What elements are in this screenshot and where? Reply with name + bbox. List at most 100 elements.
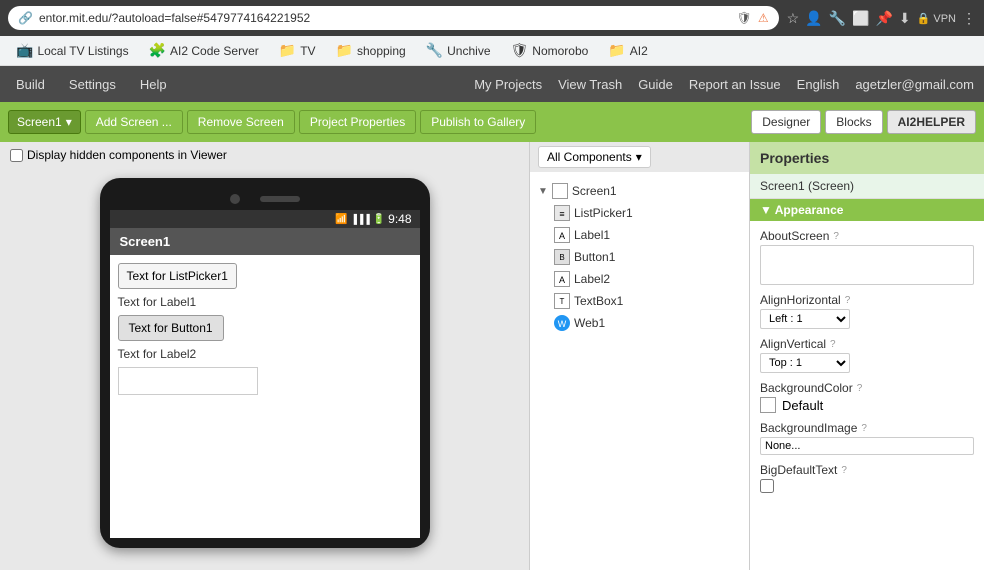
components-header: All Components ▾ [530, 142, 749, 172]
components-tree: ▼ Screen1 ≡ ListPicker1 A Label1 B Butto… [530, 172, 749, 342]
big-text-help-icon[interactable]: ? [841, 465, 847, 476]
prop-bg-color-label: BackgroundColor ? [760, 381, 974, 395]
nav-user[interactable]: agetzler@gmail.com [855, 77, 974, 92]
phone-button1[interactable]: Text for Button1 [118, 315, 224, 341]
menu-icon[interactable]: ⋮ [962, 10, 976, 27]
phone-textbox1[interactable] [118, 367, 258, 395]
prop-background-color: BackgroundColor ? Default [760, 381, 974, 413]
phone-status-icons: 📶 ▐▐▐ 🔋 9:48 [335, 212, 411, 226]
bookmark-ai2[interactable]: 📁 AI2 [600, 40, 655, 61]
bookmark-star-icon[interactable]: ☆ [787, 10, 800, 27]
nav-report-issue[interactable]: Report an Issue [689, 77, 781, 92]
viewer-toolbar: Display hidden components in Viewer [0, 142, 529, 168]
listpicker-icon: ≡ [554, 205, 570, 221]
hidden-components-checkbox-label[interactable]: Display hidden components in Viewer [10, 148, 227, 162]
nav-english[interactable]: English [797, 77, 840, 92]
tree-label-label1: Label1 [574, 228, 610, 242]
bookmark-nomorobo[interactable]: 🛡 Nomorobo [503, 40, 597, 61]
hidden-components-checkbox[interactable] [10, 149, 23, 162]
pin-icon[interactable]: 📌 [875, 10, 892, 27]
download-icon[interactable]: ⬇ [899, 10, 911, 27]
chevron-down-icon: ▾ [66, 115, 72, 129]
profile-icon[interactable]: 👤 [805, 10, 822, 27]
bookmark-local-tv[interactable]: 📺 Local TV Listings [8, 40, 137, 61]
tree-row-screen1[interactable]: ▼ Screen1 [534, 180, 745, 202]
about-screen-help-icon[interactable]: ? [833, 231, 839, 242]
nav-help[interactable]: Help [134, 73, 173, 96]
prop-bg-image-label: BackgroundImage ? [760, 421, 974, 435]
prop-big-text-label: BigDefaultText ? [760, 463, 974, 477]
tree-row-button1[interactable]: B Button1 [534, 246, 745, 268]
properties-appearance-section[interactable]: ▼ Appearance [750, 199, 984, 221]
bookmark-shopping[interactable]: 📁 shopping [328, 40, 414, 61]
components-panel: All Components ▾ ▼ Screen1 ≡ ListPicker1… [530, 142, 750, 570]
main-content: Display hidden components in Viewer 📶 ▐▐… [0, 142, 984, 570]
screen-selector[interactable]: Screen1 ▾ [8, 110, 81, 134]
properties-header: Properties [750, 142, 984, 174]
tree-label-textbox1: TextBox1 [574, 294, 623, 308]
tree-row-web1[interactable]: W Web1 [534, 312, 745, 334]
phone-label2: Text for Label2 [118, 347, 412, 361]
bookmark-tv[interactable]: 📁 TV [271, 40, 324, 61]
tree-label-web1: Web1 [574, 316, 605, 330]
align-vertical-select[interactable]: Top : 1 Center : 2 Bottom : 3 [760, 353, 850, 373]
nav-view-trash[interactable]: View Trash [558, 77, 622, 92]
nav-my-projects[interactable]: My Projects [474, 77, 542, 92]
tree-label-screen1: Screen1 [572, 184, 617, 198]
textbox1-icon: T [554, 293, 570, 309]
about-screen-input[interactable] [760, 245, 974, 285]
url-bar[interactable]: 🔗 entor.mit.edu/?autoload=false#54797741… [8, 6, 779, 30]
phone-status-bar: 📶 ▐▐▐ 🔋 9:48 [110, 210, 420, 228]
bg-color-help-icon[interactable]: ? [857, 383, 863, 394]
designer-tab[interactable]: Designer [751, 110, 821, 134]
nav-settings[interactable]: Settings [63, 73, 122, 96]
add-screen-button[interactable]: Add Screen ... [85, 110, 183, 134]
extensions-icon[interactable]: 🔧 [829, 10, 846, 27]
publish-button[interactable]: Publish to Gallery [420, 110, 536, 134]
phone-listpicker[interactable]: Text for ListPicker1 [118, 263, 237, 289]
prop-align-horizontal: AlignHorizontal ? Left : 1 Center : 2 Ri… [760, 293, 974, 329]
align-horizontal-help-icon[interactable]: ? [845, 295, 851, 306]
bookmarks-bar: 📺 Local TV Listings 🧩 AI2 Code Server 📁 … [0, 36, 984, 66]
vpn-icon[interactable]: 🔒 VPN [917, 12, 956, 25]
bg-color-value: Default [782, 398, 823, 413]
bg-color-swatch[interactable] [760, 397, 776, 413]
wifi-icon: 📶 [335, 214, 347, 225]
shield-icon: 🛡 [737, 11, 752, 25]
prop-about-screen-label: AboutScreen ? [760, 229, 974, 243]
tree-row-textbox1[interactable]: T TextBox1 [534, 290, 745, 312]
code-icon: 🧩 [149, 42, 166, 59]
bookmark-ai2-code[interactable]: 🧩 AI2 Code Server [141, 40, 267, 61]
tree-row-label1[interactable]: A Label1 [534, 224, 745, 246]
prop-big-default-text: BigDefaultText ? [760, 463, 974, 493]
blocks-tab[interactable]: Blocks [825, 110, 882, 134]
nomorobo-icon: 🛡 [511, 42, 529, 59]
tree-label-listpicker1: ListPicker1 [574, 206, 633, 220]
big-default-text-checkbox[interactable] [760, 479, 774, 493]
button1-icon: B [554, 249, 570, 265]
all-components-dropdown[interactable]: All Components ▾ [538, 146, 651, 168]
properties-panel: Properties Screen1 (Screen) ▼ Appearance… [750, 142, 984, 570]
nav-build[interactable]: Build [10, 73, 51, 96]
align-horizontal-select[interactable]: Left : 1 Center : 2 Right : 3 [760, 309, 850, 329]
clock: 9:48 [388, 212, 411, 226]
align-vertical-help-icon[interactable]: ? [830, 339, 836, 350]
tv-icon: 📺 [16, 42, 33, 59]
speaker-icon [260, 196, 300, 202]
project-properties-button[interactable]: Project Properties [299, 110, 416, 134]
bg-image-input[interactable] [760, 437, 974, 455]
bookmark-unchive[interactable]: 🔧 Unchive [418, 40, 499, 61]
tree-row-listpicker1[interactable]: ≡ ListPicker1 [534, 202, 745, 224]
phone-screen-header: Screen1 [110, 228, 420, 255]
front-camera-icon [230, 194, 240, 204]
new-tab-icon[interactable]: ⬜ [852, 10, 869, 27]
folder-ai2-icon: 📁 [608, 42, 625, 59]
phone-label1: Text for Label1 [118, 295, 412, 309]
nav-guide[interactable]: Guide [638, 77, 673, 92]
ai2helper-tab[interactable]: AI2HELPER [887, 110, 976, 134]
remove-screen-button[interactable]: Remove Screen [187, 110, 295, 134]
properties-screen-label: Screen1 (Screen) [750, 174, 984, 199]
tree-row-label2[interactable]: A Label2 [534, 268, 745, 290]
label1-icon: A [554, 227, 570, 243]
bg-image-help-icon[interactable]: ? [861, 423, 867, 434]
